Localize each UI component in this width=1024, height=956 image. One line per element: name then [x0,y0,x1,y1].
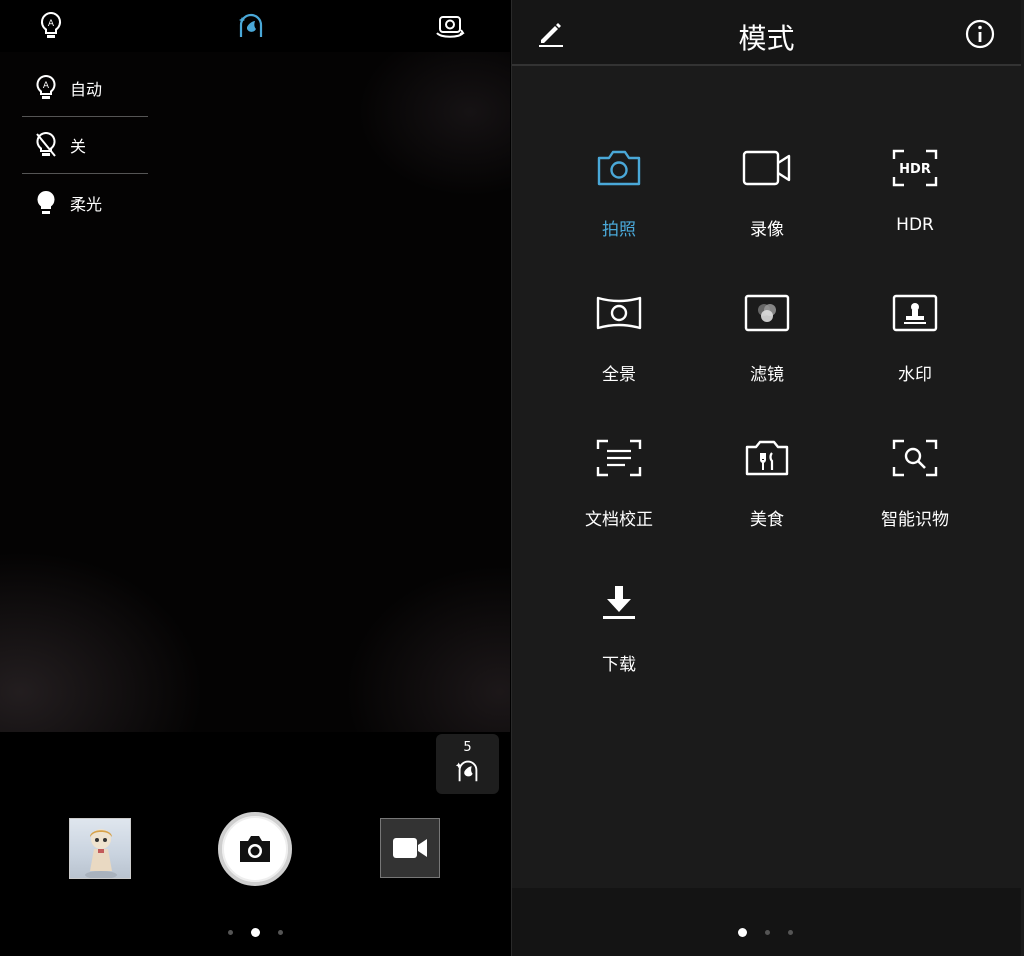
page-title: 模式 [738,22,795,55]
gallery-thumbnail[interactable] [69,818,131,879]
mode-footer [512,888,1021,956]
hdr-icon: HDR [890,143,940,193]
mode-video[interactable]: 录像 [693,135,841,280]
page-indicator [228,928,283,937]
flash-option-label: 自动 [70,80,103,99]
mode-label: 滤镜 [750,365,784,385]
mode-row: 拍照 录像 HDR HDR [545,135,989,280]
page-dot[interactable] [765,930,770,935]
page-dot-active[interactable] [738,928,747,937]
beauty-mode-icon[interactable] [235,10,267,42]
page-dot-active[interactable] [251,928,260,937]
shutter-button[interactable] [218,812,292,886]
mode-smart-recognition[interactable]: 智能识物 [841,425,989,570]
mode-row: 文档校正 美食 智能识物 [545,425,989,570]
mode-food[interactable]: 美食 [693,425,841,570]
mode-filter[interactable]: 滤镜 [693,280,841,425]
flash-option-label: 关 [70,137,87,156]
mode-label: 录像 [750,220,784,240]
info-icon [965,19,995,49]
flash-auto-icon[interactable]: A [35,10,67,42]
mode-label: 水印 [898,365,932,385]
download-icon [594,578,644,628]
mode-photo[interactable]: 拍照 [545,135,693,280]
flash-menu: A 自动 关 柔光 [22,60,148,231]
flash-auto-icon: A [34,74,58,102]
document-icon [594,433,644,483]
mode-document[interactable]: 文档校正 [545,425,693,570]
camera-icon [240,836,270,862]
object-search-icon [890,433,940,483]
mode-label: 文档校正 [585,510,653,530]
mode-label: 美食 [750,510,784,530]
svg-text:A: A [43,81,50,91]
flash-off-icon [34,131,58,159]
panorama-icon [594,288,644,338]
mode-header: 模式 [512,0,1021,66]
watermark-icon [890,288,940,338]
page-dot[interactable] [788,930,793,935]
camera-screen: A A 自动 关 柔光 5 [0,0,510,956]
beauty-level-button[interactable]: 5 [436,734,499,794]
filter-icon [742,288,792,338]
mode-panel: 模式 拍照 录像 HDR HDR 全景 滤镜 水印 文档校正 美食 智能识物 下… [511,0,1024,956]
mode-watermark[interactable]: 水印 [841,280,989,425]
flash-option-off[interactable]: 关 [22,117,148,174]
mode-label: 拍照 [602,220,636,240]
svg-text:A: A [48,19,55,29]
mode-row: 下载 [545,570,989,715]
svg-text:HDR: HDR [899,162,931,177]
flash-option-soft[interactable]: 柔光 [22,174,148,231]
mode-label: HDR [896,215,934,235]
food-icon [742,433,792,483]
page-indicator [738,928,793,937]
info-button[interactable] [964,18,996,50]
mode-label: 智能识物 [881,510,949,530]
mode-grid: 拍照 录像 HDR HDR 全景 滤镜 水印 文档校正 美食 智能识物 下载 [545,135,989,715]
page-dot[interactable] [228,930,233,935]
mode-row: 全景 滤镜 水印 [545,280,989,425]
switch-camera-icon[interactable] [434,10,466,42]
video-camera-icon [393,838,427,858]
camera-icon [594,143,644,193]
mode-download[interactable]: 下载 [545,570,693,715]
thumbnail-photo [85,829,117,878]
video-mode-button[interactable] [380,818,440,878]
flash-option-auto[interactable]: A 自动 [22,60,148,117]
mode-hdr[interactable]: HDR HDR [841,135,989,280]
flash-option-label: 柔光 [70,194,103,214]
page-dot[interactable] [278,930,283,935]
mode-panorama[interactable]: 全景 [545,280,693,425]
flash-soft-icon [34,189,58,217]
video-icon [742,143,792,193]
mode-label: 下载 [602,655,636,675]
mode-label: 全景 [602,365,636,385]
beauty-face-icon [455,760,477,782]
beauty-level-value: 5 [463,740,472,755]
